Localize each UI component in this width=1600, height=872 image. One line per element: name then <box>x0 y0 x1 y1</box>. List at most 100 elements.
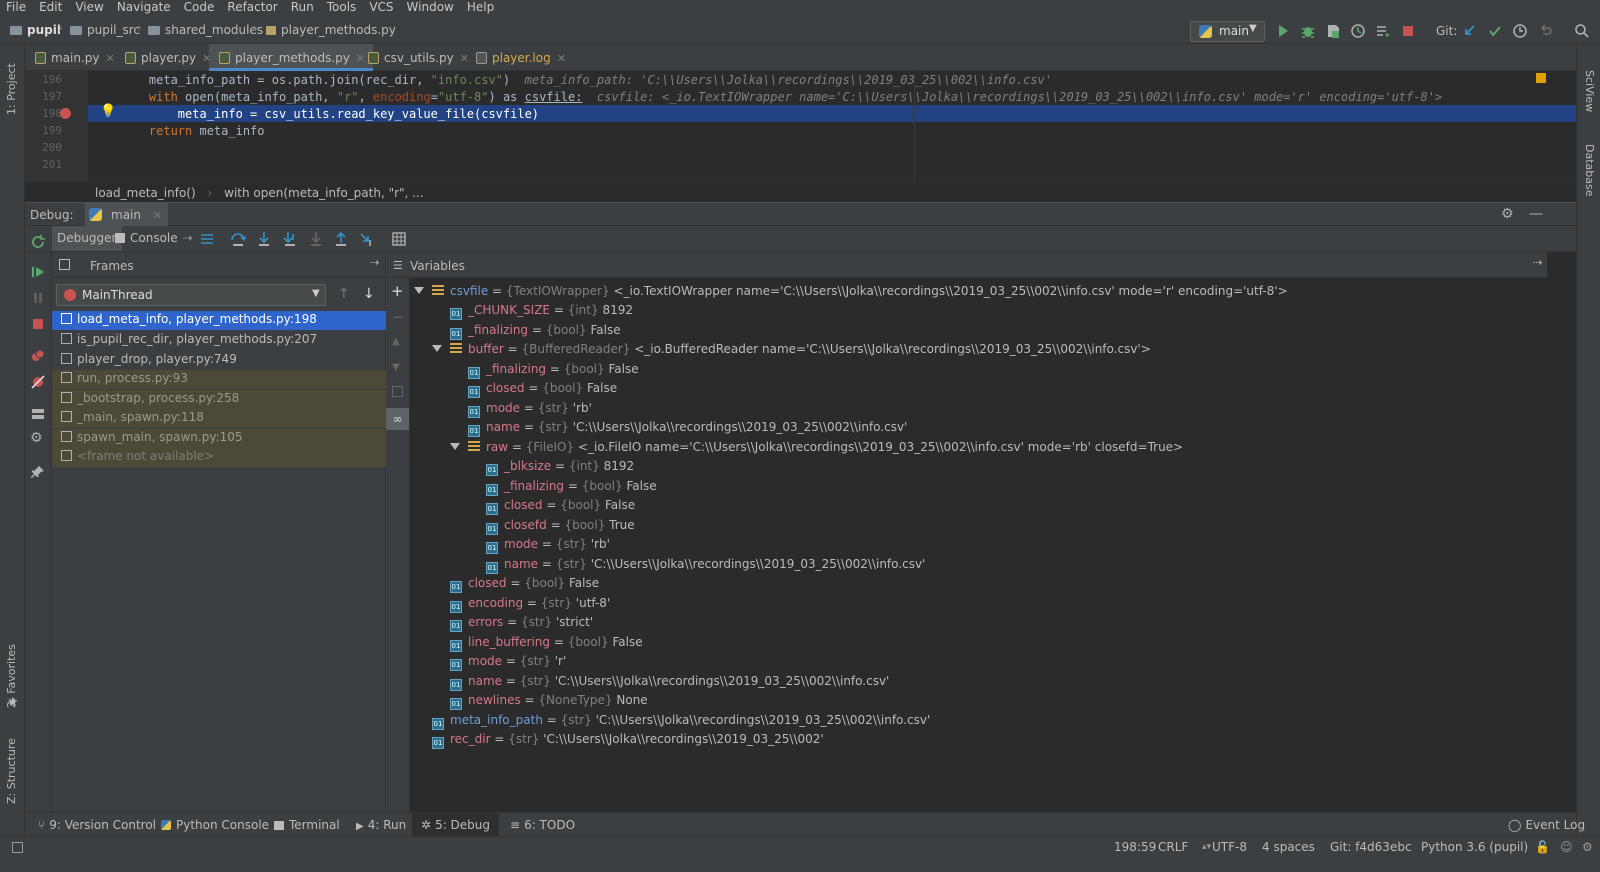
tab-debug[interactable]: ✲ 5: Debug <box>412 813 500 837</box>
variable-row[interactable]: 01 encoding = {str} 'utf-8' <box>450 596 610 615</box>
variable-row[interactable]: 01 closefd = {bool} True <box>486 518 635 537</box>
variable-row[interactable]: 01 _finalizing = {bool} False <box>468 362 639 381</box>
git-branch[interactable]: Git: f4d63ebc <box>1330 840 1412 854</box>
debugger-tab[interactable]: Debugger <box>52 226 123 251</box>
variable-row[interactable]: 01 mode = {str} 'rb' <box>486 537 610 556</box>
frame-item[interactable]: <frame not available> <box>52 448 386 467</box>
variable-row[interactable]: buffer = {BufferedReader} <_io.BufferedR… <box>432 342 1151 361</box>
breadcrumb-function[interactable]: load_meta_info() <box>95 186 196 200</box>
variable-row[interactable]: 01 closed = {bool} False <box>450 576 599 595</box>
show-execution-point-icon[interactable] <box>199 231 215 247</box>
debug-icon[interactable] <box>1300 23 1316 39</box>
database-tool-button[interactable]: Database <box>1583 144 1596 197</box>
move-up-icon[interactable]: ▲ <box>392 336 400 347</box>
step-into-my-code-icon[interactable] <box>282 231 298 247</box>
toggle-tool-windows-icon[interactable] <box>12 842 23 853</box>
variable-row[interactable]: 01 mode = {str} 'r' <box>450 654 566 673</box>
history-icon[interactable] <box>1512 23 1528 39</box>
tab-python-console[interactable]: Python Console <box>152 813 278 837</box>
tab-terminal[interactable]: Terminal <box>265 813 349 837</box>
variable-row[interactable]: 01 newlines = {NoneType} None <box>450 693 648 712</box>
menu-navigate[interactable]: Navigate <box>117 0 171 14</box>
search-icon[interactable] <box>1574 23 1590 39</box>
copy-icon[interactable] <box>392 386 403 397</box>
pause-icon[interactable] <box>30 290 46 306</box>
menu-refactor[interactable]: Refactor <box>227 0 277 14</box>
variable-row[interactable]: 01 line_buffering = {bool} False <box>450 635 643 654</box>
remove-watch-icon[interactable]: − <box>392 308 405 326</box>
previous-frame-icon[interactable]: ↑ <box>338 286 350 302</box>
frame-item[interactable]: _bootstrap, process.py:258 <box>52 390 386 409</box>
tab-player-methods-py[interactable]: player_methods.py ✕ <box>209 44 374 71</box>
variable-row[interactable]: 01 closed = {bool} False <box>486 498 635 517</box>
line-separator[interactable]: CRLF <box>1158 840 1188 854</box>
menu-view[interactable]: View <box>75 0 103 14</box>
warning-icon[interactable] <box>1536 73 1546 83</box>
variable-row[interactable]: 01 _finalizing = {bool} False <box>486 479 657 498</box>
profile-icon[interactable] <box>1350 23 1366 39</box>
close-icon[interactable]: ✕ <box>106 52 115 65</box>
breadcrumb-pupil[interactable]: pupil <box>10 23 61 37</box>
caret-position[interactable]: 198:59 <box>1114 840 1156 854</box>
git-commit-icon[interactable] <box>1487 23 1503 39</box>
pin-tab-icon[interactable] <box>30 464 46 480</box>
console-tab[interactable]: Console ⇢ <box>115 231 193 245</box>
python-interpreter[interactable]: Python 3.6 (pupil) <box>1421 840 1528 854</box>
frame-item[interactable]: is_pupil_rec_dir, player_methods.py:207 <box>52 331 386 350</box>
close-icon[interactable]: ✕ <box>153 209 162 222</box>
thread-select[interactable]: MainThread ▼ <box>56 284 326 306</box>
memory-icon[interactable]: ⚙ <box>1582 840 1593 854</box>
variable-row[interactable]: 01 _finalizing = {bool} False <box>450 323 621 342</box>
close-icon[interactable]: ✕ <box>557 52 566 65</box>
concurrency-icon[interactable] <box>1375 23 1391 39</box>
variable-row[interactable]: 01 _CHUNK_SIZE = {int} 8192 <box>450 303 633 322</box>
variable-row[interactable]: 01 name = {str} 'C:\\Users\\Jolka\\record… <box>450 674 889 693</box>
frame-item[interactable]: run, process.py:93 <box>52 370 386 389</box>
lock-icon[interactable]: 🔓 <box>1535 840 1550 854</box>
variable-row[interactable]: 01 meta_info_path = {str} 'C:\\Users\\Jol… <box>432 713 930 732</box>
variable-row[interactable]: 01 rec_dir = {str} 'C:\\Users\\Jolka\\rec… <box>432 732 824 751</box>
indent-setting[interactable]: 4 spaces <box>1262 840 1315 854</box>
revert-icon[interactable] <box>1537 23 1553 39</box>
run-icon[interactable] <box>1275 23 1291 39</box>
stop-icon[interactable] <box>30 316 46 332</box>
menu-window[interactable]: Window <box>407 0 454 14</box>
variable-row[interactable]: raw = {FileIO} <_io.FileIO name='C:\\Use… <box>450 440 1183 459</box>
collapse-icon[interactable] <box>414 287 424 294</box>
breadcrumb-with[interactable]: with open(meta_info_path, "r", ... <box>224 186 424 200</box>
add-watch-icon[interactable]: + <box>391 282 404 300</box>
menu-help[interactable]: Help <box>467 0 494 14</box>
debug-session-tab[interactable]: main ✕ <box>85 203 169 226</box>
breakpoint-icon[interactable] <box>60 108 71 119</box>
frame-item[interactable]: load_meta_info, player_methods.py:198 <box>52 311 386 330</box>
menu-tools[interactable]: Tools <box>327 0 357 14</box>
tab-player-py[interactable]: player.py ✕ <box>115 44 219 71</box>
rerun-icon[interactable] <box>30 234 46 250</box>
mute-breakpoints-icon[interactable] <box>30 374 46 390</box>
variable-row[interactable]: csvfile = {TextIOWrapper} <_io.TextIOWra… <box>414 284 1288 303</box>
show-values-icon[interactable]: ∞ <box>386 408 409 430</box>
tab-version-control[interactable]: ⑂ 9: Version Control <box>29 813 165 837</box>
project-tool-button[interactable]: 1: Project <box>5 63 18 115</box>
variable-row[interactable]: 01 name = {str} 'C:\\Users\\Jolka\\record… <box>486 557 925 576</box>
move-down-icon[interactable]: ▼ <box>392 362 400 373</box>
coverage-icon[interactable] <box>1325 23 1341 39</box>
file-encoding[interactable]: UTF-8 <box>1212 840 1247 854</box>
step-into-icon[interactable] <box>256 231 272 247</box>
gear-icon[interactable]: ⚙ <box>1501 206 1514 222</box>
collapse-icon[interactable] <box>450 443 460 450</box>
menu-run[interactable]: Run <box>291 0 314 14</box>
tab-main-py[interactable]: main.py ✕ <box>25 44 123 71</box>
tab-player-log[interactable]: player.log ✕ <box>466 44 574 71</box>
variable-row[interactable]: 01 errors = {str} 'strict' <box>450 615 593 634</box>
variable-row[interactable]: 01 _blksize = {int} 8192 <box>486 459 634 478</box>
editor-gutter[interactable]: 196 197 198 199 200 201 <box>25 71 88 181</box>
frame-item[interactable]: _main, spawn.py:118 <box>52 409 386 428</box>
restore-icon[interactable]: ⇢ <box>1533 256 1542 269</box>
resume-icon[interactable] <box>30 264 46 280</box>
layout-icon[interactable] <box>30 406 46 422</box>
frame-item[interactable]: player_drop, player.py:749 <box>52 351 386 370</box>
tab-run[interactable]: ▶ 4: Run <box>347 813 415 837</box>
event-log-button[interactable]: ◯ Event Log <box>1499 813 1594 837</box>
run-to-cursor-icon[interactable] <box>359 231 375 247</box>
